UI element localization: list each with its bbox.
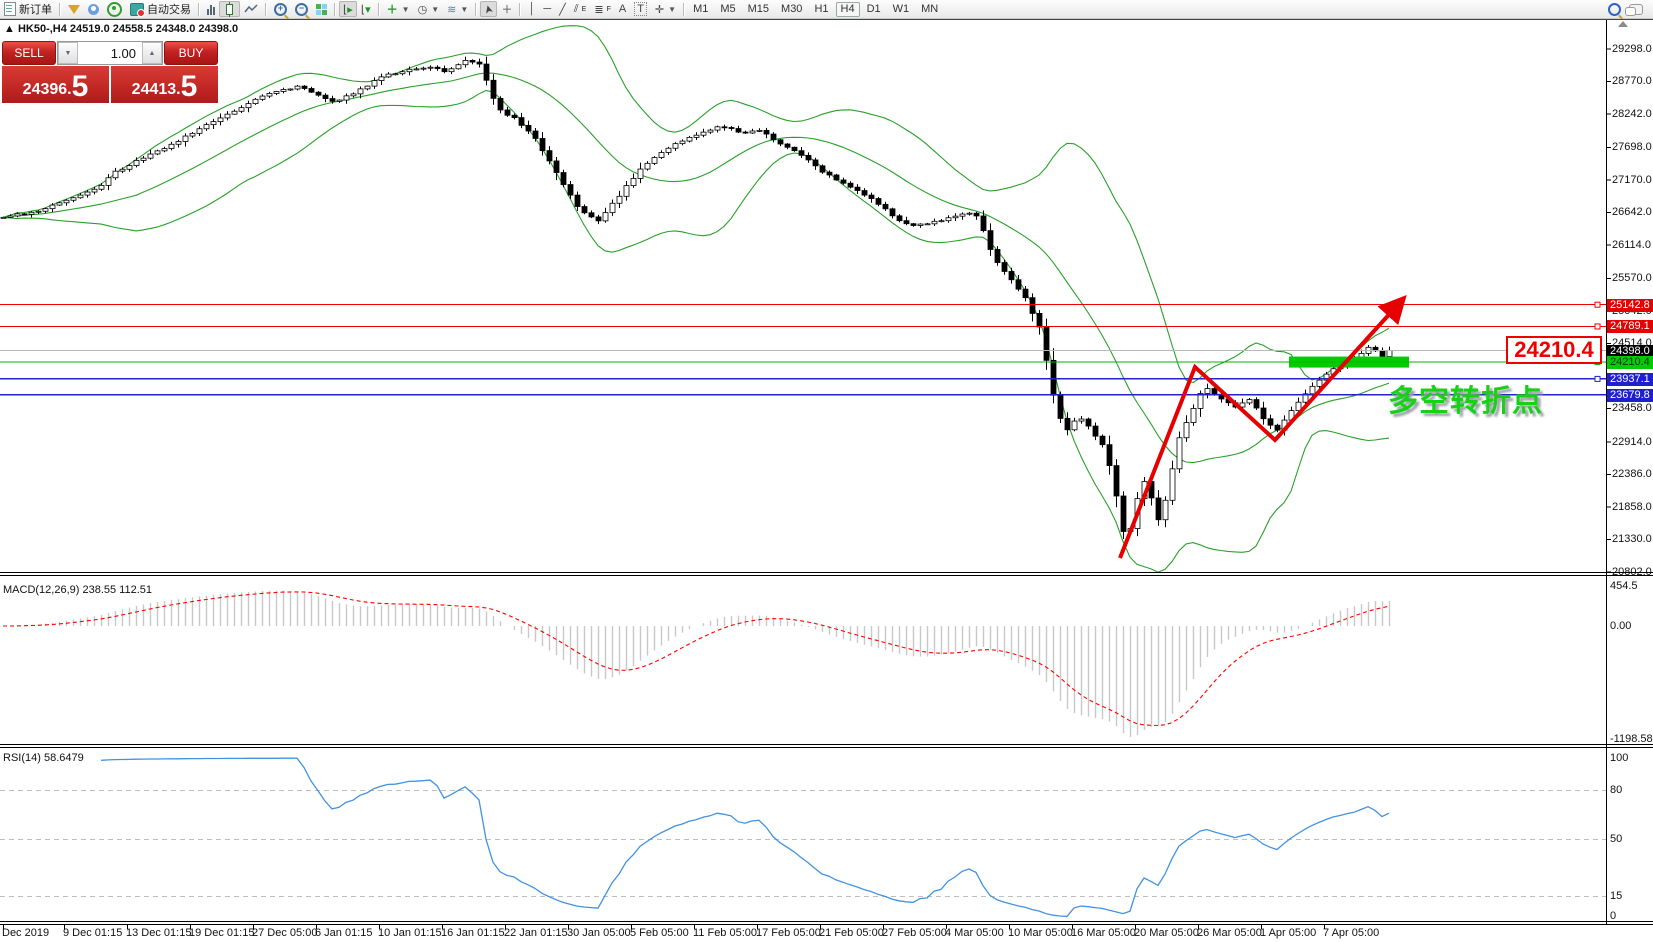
volume-increase-button[interactable]: ▲ xyxy=(142,42,162,64)
open-value: 24519.0 xyxy=(69,23,110,35)
close-value: 24398.0 xyxy=(198,23,239,35)
high-value: 24558.5 xyxy=(112,23,153,35)
macd-name: MACD(12,26,9) xyxy=(3,584,80,596)
buy-price-major: 24413 xyxy=(131,81,177,98)
buy-price-display[interactable]: 24413. 5 xyxy=(111,66,218,103)
buy-button[interactable]: BUY xyxy=(164,41,218,65)
chart-scroll-marker[interactable] xyxy=(1618,21,1628,27)
rsi-label: RSI(14) 58.6479 xyxy=(3,752,84,764)
chart-ohlc-header: ▲ HK50-,H4 24519.0 24558.5 24348.0 24398… xyxy=(4,23,238,35)
macd-values: 238.55 112.51 xyxy=(82,584,153,596)
turning-point-note[interactable]: 多空转折点 xyxy=(1388,376,1543,420)
price-callout-label[interactable]: 24210.4 xyxy=(1506,336,1602,364)
one-click-trade-panel: SELL ▼ 1.00 ▲ BUY 24396. 5 24413. 5 xyxy=(2,41,218,103)
sell-price-display[interactable]: 24396. 5 xyxy=(2,66,109,103)
buy-price-minor: 5 xyxy=(180,70,198,103)
symbol-period-label: HK50-,H4 xyxy=(17,23,67,35)
price-marker-label: 24210.4 xyxy=(1607,356,1653,370)
rsi-name: RSI(14) xyxy=(3,752,41,764)
volume-input[interactable]: 1.00 xyxy=(78,42,142,64)
sell-price-major: 24396 xyxy=(22,81,68,98)
price-marker-label: 24789.1 xyxy=(1607,320,1653,334)
volume-field: ▼ 1.00 ▲ xyxy=(57,41,163,65)
price-marker-label: 25142.8 xyxy=(1607,298,1653,312)
price-marker-label: 23679.8 xyxy=(1607,388,1653,402)
rsi-values: 58.6479 xyxy=(43,752,84,764)
volume-decrease-button[interactable]: ▼ xyxy=(58,42,78,64)
sell-button[interactable]: SELL xyxy=(2,41,56,65)
macd-label: MACD(12,26,9) 238.55 112.51 xyxy=(3,584,152,596)
price-marker-label: 23937.1 xyxy=(1607,372,1653,386)
collapse-arrow-icon[interactable]: ▲ xyxy=(4,23,15,35)
sell-price-minor: 5 xyxy=(71,70,89,103)
low-value: 24348.0 xyxy=(155,23,196,35)
chart-canvas[interactable] xyxy=(0,0,1653,942)
